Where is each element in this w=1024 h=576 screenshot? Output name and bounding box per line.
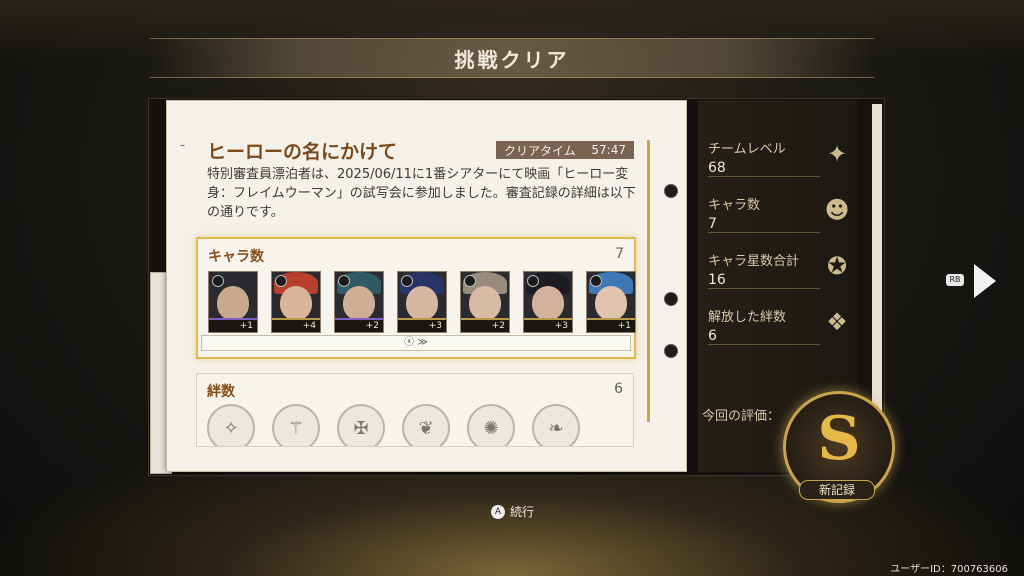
star-count: +1: [587, 320, 635, 332]
element-icon: [590, 275, 602, 287]
bonds-section[interactable]: 絆数 6 ✧ ⚚ ✠ ❦ ✺ ❧: [196, 373, 634, 447]
element-icon: [464, 275, 476, 287]
new-record-badge: 新記録: [799, 480, 875, 500]
bond-emblem-icon[interactable]: ❧: [532, 404, 580, 446]
bond-emblem-icon[interactable]: ❦: [402, 404, 450, 446]
bond-emblem-icon[interactable]: ✺: [467, 404, 515, 446]
element-icon: [401, 275, 413, 287]
gold-rule: [647, 140, 650, 422]
evaluation-label: 今回の評価：: [702, 409, 781, 424]
stat-character-count: キャラ数 7 ☻: [708, 194, 850, 233]
section-count: 6: [614, 381, 623, 397]
character-face: [469, 286, 501, 320]
character-face: [343, 286, 375, 320]
page-mark: –: [180, 140, 185, 151]
star-count: +1: [209, 320, 257, 332]
user-id: ユーザーID：700763606: [890, 564, 1008, 575]
character-card[interactable]: +2: [334, 271, 384, 333]
binder-ring: [664, 292, 678, 306]
clear-time-badge: クリアタイム 57:47: [496, 141, 634, 159]
character-list: +1 +4 +2 +3 +2 +3 +1: [208, 271, 636, 333]
characters-section[interactable]: キャラ数 7 +1 +4 +2 +3 +2 +3 +1 ⓧ ≫: [196, 237, 636, 359]
bond-emblem-icon[interactable]: ✧: [207, 404, 255, 446]
clear-time-value: 57:47: [591, 143, 626, 157]
continue-label: 続行: [510, 505, 535, 519]
star-count: +2: [461, 320, 509, 332]
star-count: +3: [524, 320, 572, 332]
a-button-icon: A: [491, 504, 505, 519]
character-face: [217, 286, 249, 320]
binder-ring: [664, 344, 678, 358]
section-title: 絆数: [207, 384, 235, 400]
page-title: 挑戦クリア: [454, 48, 570, 72]
continue-button[interactable]: A 続行: [491, 503, 534, 520]
next-arrow-icon[interactable]: [974, 264, 996, 298]
element-icon: [527, 275, 539, 287]
bond-emblem-icon[interactable]: ⚚: [272, 404, 320, 446]
divider: [708, 176, 820, 177]
bond-icon: ❖: [826, 308, 848, 336]
element-icon: [338, 275, 350, 287]
character-card[interactable]: +4: [271, 271, 321, 333]
sparkle-icon: ✦: [826, 140, 848, 168]
section-title: キャラ数: [208, 249, 264, 265]
rank-letter: S: [817, 404, 861, 474]
character-icon: ☻: [824, 196, 850, 224]
character-face: [280, 286, 312, 320]
stat-bond-count: 解放した絆数 6 ❖: [708, 306, 848, 345]
binder-ring: [664, 184, 678, 198]
stat-team-level: チームレベル 68 ✦: [708, 138, 848, 177]
character-card[interactable]: +2: [460, 271, 510, 333]
character-card[interactable]: +3: [523, 271, 573, 333]
character-card[interactable]: +3: [397, 271, 447, 333]
star-count: +3: [398, 320, 446, 332]
record-heading: ヒーローの名にかけて: [207, 141, 398, 163]
star-count: +2: [335, 320, 383, 332]
divider: [708, 344, 820, 345]
star-count: +4: [272, 320, 320, 332]
bond-emblem-icon[interactable]: ✠: [337, 404, 385, 446]
star-total-icon: ✪: [826, 252, 848, 280]
stat-star-total: キャラ星数合計 16 ✪: [708, 250, 848, 289]
bond-list: ✧ ⚚ ✠ ❦ ✺ ❧: [207, 404, 580, 446]
character-card[interactable]: +1: [586, 271, 636, 333]
character-face: [595, 286, 627, 320]
character-face: [406, 286, 438, 320]
character-face: [532, 286, 564, 320]
element-icon: [275, 275, 287, 287]
clear-time-label: クリアタイム: [504, 143, 576, 158]
character-card[interactable]: +1: [208, 271, 258, 333]
expand-button[interactable]: ⓧ ≫: [201, 335, 631, 351]
rb-button-hint[interactable]: RB: [946, 274, 964, 286]
divider: [708, 232, 820, 233]
element-icon: [212, 275, 224, 287]
record-description: 特別審査員漂泊者は、2025/06/11に1番シアターにて映画「ヒーロー変身：フ…: [207, 167, 636, 220]
divider: [708, 288, 820, 289]
section-count: 7: [615, 246, 624, 262]
